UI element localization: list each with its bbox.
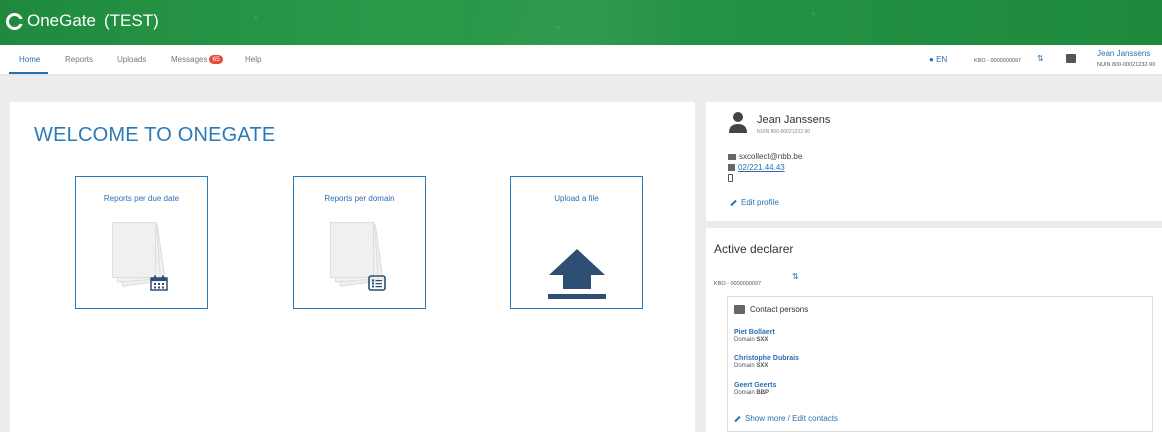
environment-label: (TEST) <box>104 11 159 30</box>
show-more-label: Show more / Edit contacts <box>745 414 838 423</box>
brand[interactable]: OneGate (TEST) <box>6 11 159 31</box>
tab-help[interactable]: Help <box>245 55 261 64</box>
contact-person: Christophe Dubrais Domain SXX <box>734 355 799 369</box>
profile-card: Jean Janssens NUIN 800-00021232-90 sxcol… <box>706 102 1162 221</box>
tab-messages[interactable]: Messages 65 <box>171 55 223 64</box>
pencil-icon <box>734 415 741 422</box>
tile-reports-domain[interactable]: Reports per domain <box>293 176 426 309</box>
calendar-icon <box>150 275 168 291</box>
mobile-icon <box>728 174 733 182</box>
tab-home[interactable]: Home <box>19 55 40 64</box>
tab-messages-label: Messages <box>171 55 208 64</box>
phone-icon <box>728 164 735 171</box>
domain-value: BBP <box>756 390 770 396</box>
pencil-icon <box>730 199 737 206</box>
profile-phone-row: 02/221.44.43 <box>728 163 785 172</box>
profile-email: sxcollect@nbb.be <box>739 152 803 161</box>
switch-declarer-icon[interactable]: ⇅ <box>1037 54 1044 63</box>
language-label: EN <box>936 55 948 64</box>
contact-persons-header: Contact persons <box>734 305 808 314</box>
main-nav: Home Reports Uploads Messages 65 Help ● E… <box>0 45 1162 75</box>
active-declarer-card: Active declarer ⇅ KBO - 0000000097 Conta… <box>706 228 1162 432</box>
contact-person: Geert Geerts Domain BBP <box>734 382 776 396</box>
profile-email-row: sxcollect@nbb.be <box>728 152 802 161</box>
contact-person-name[interactable]: Piet Bollaert <box>734 329 775 336</box>
contact-person: Piet Bollaert Domain SXX <box>734 329 775 343</box>
tile-reports-due-date[interactable]: Reports per due date <box>75 176 208 309</box>
contact-persons-title: Contact persons <box>750 305 809 314</box>
profile-mobile-row <box>728 174 736 182</box>
contact-person-domain: Domain BBP <box>734 390 776 396</box>
domain-label: Domain <box>734 390 755 396</box>
header-texture <box>0 0 1162 45</box>
tab-uploads[interactable]: Uploads <box>117 55 146 64</box>
header-user-nuin: NUIN 800-00021232-90 <box>1097 62 1156 68</box>
tile-label: Reports per domain <box>324 194 395 203</box>
list-icon <box>368 275 386 291</box>
messages-count-badge: 65 <box>209 55 223 64</box>
contact-person-domain: Domain SXX <box>734 337 775 343</box>
domain-value: SXX <box>756 363 769 369</box>
envelope-icon <box>728 153 736 160</box>
profile-nuin: NUIN 800-00021232-90 <box>757 129 811 135</box>
onegate-logo-icon <box>6 12 24 30</box>
page-title: WELCOME TO ONEGATE <box>34 124 276 146</box>
switch-declarer-icon[interactable]: ⇅ <box>792 272 799 281</box>
edit-profile-link[interactable]: Edit profile <box>730 198 779 207</box>
show-more-contacts-link[interactable]: Show more / Edit contacts <box>734 414 838 423</box>
active-declarer-title: Active declarer <box>714 242 794 256</box>
avatar-icon <box>729 112 747 133</box>
contact-card-icon <box>734 305 745 314</box>
header-user-name[interactable]: Jean Janssens <box>1097 49 1150 58</box>
declarer-kbo: KBO - 0000000097 <box>714 281 762 287</box>
language-selector[interactable]: ● EN <box>929 55 947 64</box>
upload-icon <box>548 249 606 299</box>
user-card-icon <box>1066 54 1076 63</box>
welcome-panel: WELCOME TO ONEGATE Reports per due date … <box>10 102 695 432</box>
edit-profile-label: Edit profile <box>741 198 779 207</box>
tile-label: Reports per due date <box>103 194 180 203</box>
header-kbo: KBO - 0000000097 <box>974 58 1022 64</box>
contact-person-name[interactable]: Geert Geerts <box>734 382 776 389</box>
contact-persons-box: Contact persons Piet Bollaert Domain SXX… <box>727 296 1153 432</box>
contact-person-name[interactable]: Christophe Dubrais <box>734 355 799 362</box>
tile-upload-file[interactable]: Upload a file <box>510 176 643 309</box>
globe-icon: ● <box>929 55 937 64</box>
app-name: OneGate <box>27 11 96 30</box>
contact-person-domain: Domain SXX <box>734 363 799 369</box>
app-header: OneGate (TEST) <box>0 0 1162 45</box>
domain-value: SXX <box>756 337 769 343</box>
active-tab-indicator <box>9 72 48 74</box>
tile-label: Upload a file <box>554 194 599 203</box>
domain-label: Domain <box>734 363 755 369</box>
profile-phone[interactable]: 02/221.44.43 <box>738 163 785 172</box>
tab-reports[interactable]: Reports <box>65 55 93 64</box>
profile-name: Jean Janssens <box>757 114 831 126</box>
domain-label: Domain <box>734 337 755 343</box>
